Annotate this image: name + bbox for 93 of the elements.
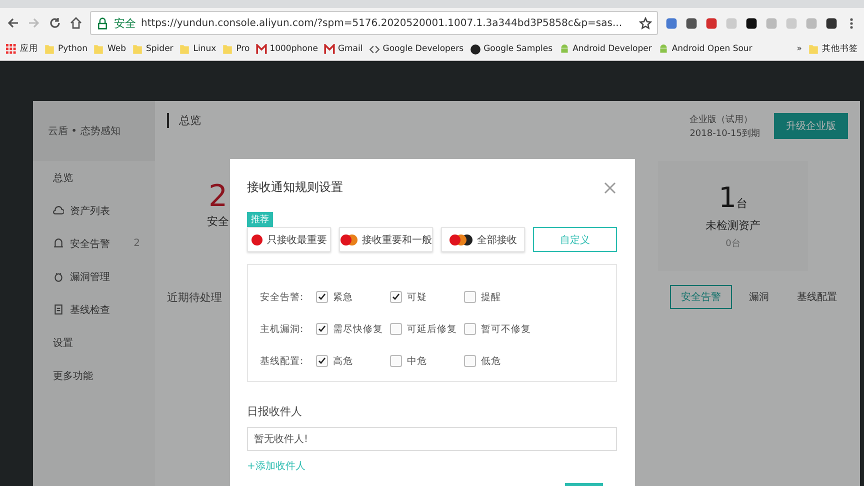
stat-label: 未检测资产 xyxy=(706,218,760,233)
bookmark-link[interactable]: 其他书签 xyxy=(822,43,858,55)
bell-icon xyxy=(53,238,64,249)
code-brackets-icon xyxy=(368,44,380,54)
severity-dots-icon xyxy=(449,234,473,246)
more-bookmarks-button[interactable]: » xyxy=(796,44,802,54)
bookmark-link[interactable]: Google Samples xyxy=(484,44,553,54)
folder-icon xyxy=(44,44,55,54)
expiry-date: 2018-10-15到期 xyxy=(690,128,760,141)
recipients-field[interactable]: 暂无收件人! xyxy=(247,427,617,451)
bookmark-link[interactable]: Google Developers xyxy=(382,44,464,54)
dialog-title: 接收通知规则设置 xyxy=(247,179,343,196)
checkbox[interactable] xyxy=(464,323,476,335)
document-icon xyxy=(53,304,64,315)
reload-icon[interactable] xyxy=(48,16,62,30)
secure-label: 安全 xyxy=(114,16,136,30)
lock-icon xyxy=(96,16,109,30)
bookmark-link[interactable]: Android Open Sour xyxy=(672,44,752,54)
sidebar-item[interactable]: 安全告警 xyxy=(70,236,110,250)
checkbox[interactable] xyxy=(390,355,402,367)
checkbox-label: 高危 xyxy=(333,354,353,368)
sidebar-item[interactable]: 资产列表 xyxy=(70,204,110,218)
extension-icon[interactable] xyxy=(745,16,758,30)
stat-value: 1 台 xyxy=(718,181,748,214)
filter-tab[interactable]: 漏洞 xyxy=(738,285,780,309)
extension-icon[interactable] xyxy=(825,16,838,30)
checkbox-label: 可疑 xyxy=(407,290,427,304)
checkbox[interactable] xyxy=(316,323,328,335)
robot-icon xyxy=(558,44,570,54)
rule-label: 安全告警: xyxy=(260,290,304,304)
folder-icon xyxy=(222,44,234,54)
sidebar-item[interactable]: 更多功能 xyxy=(53,368,93,382)
home-icon[interactable] xyxy=(69,16,83,30)
stat-value: 2 xyxy=(208,179,228,214)
address-bar[interactable]: 安全 https://yundun.console.aliyun.com/?spm=5176.2020520001.1007.1.3a344bd3P5858c&p=sas... xyxy=(90,11,658,35)
section-title: 近期待处理 xyxy=(167,290,222,304)
rule-label: 基线配置: xyxy=(260,354,304,368)
checkbox[interactable] xyxy=(464,291,476,303)
bookmark-link[interactable]: Python xyxy=(58,44,88,54)
bookmark-link[interactable]: Linux xyxy=(193,44,216,54)
url-text: https://yundun.console.aliyun.com/?spm=5176.2020520001.1007.1.3a344bd3P5858c&p=sas... xyxy=(141,18,622,28)
checkbox[interactable] xyxy=(316,355,328,367)
folder-icon xyxy=(179,44,190,54)
sidebar-title: 云盾 • 态势感知 xyxy=(48,124,120,138)
checkbox-label: 暂可不修复 xyxy=(481,322,531,336)
rule-label: 主机漏洞: xyxy=(260,322,304,336)
recommended-tag: 推荐 xyxy=(247,212,273,227)
apps-grid-icon xyxy=(6,44,17,54)
extension-icon[interactable] xyxy=(685,16,698,30)
bookmark-link[interactable]: Web xyxy=(107,44,126,54)
sidebar-item[interactable]: 总览 xyxy=(53,170,73,184)
bookmark-link[interactable]: Gmail xyxy=(338,44,363,54)
filter-tab[interactable]: 基线配置 xyxy=(786,285,848,309)
checkbox[interactable] xyxy=(464,355,476,367)
folder-icon xyxy=(808,44,819,54)
checkbox-label: 低危 xyxy=(481,354,501,368)
recipients-label: 日报收件人 xyxy=(247,404,303,419)
severity-dots-icon xyxy=(340,234,358,246)
sidebar-item[interactable]: 设置 xyxy=(53,336,73,350)
preset-option[interactable]: 全部接收 xyxy=(441,227,525,252)
cloud-icon xyxy=(53,205,64,216)
severity-dots-icon xyxy=(251,234,263,246)
m-logo-icon xyxy=(256,44,267,54)
sidebar-item[interactable]: 漏洞管理 xyxy=(70,270,110,284)
robot-icon xyxy=(658,44,669,54)
bookmark-link[interactable]: 1000phone xyxy=(270,44,318,54)
close-icon[interactable] xyxy=(603,180,617,194)
bookmark-link[interactable]: 应用 xyxy=(20,43,38,55)
checkbox-label: 紧急 xyxy=(333,290,353,304)
folder-icon xyxy=(93,44,104,54)
preset-option[interactable]: 接收重要和一般 xyxy=(339,227,433,252)
folder-icon xyxy=(132,44,144,54)
bug-icon xyxy=(53,271,64,282)
bookmark-link[interactable]: Android Developer xyxy=(572,44,652,54)
preset-option[interactable]: 只接收最重要 xyxy=(247,227,331,252)
bookmark-link[interactable]: Pro xyxy=(236,44,250,54)
checkbox[interactable] xyxy=(390,323,402,335)
stat-label: 安全 xyxy=(207,214,229,229)
edition-label: 企业版（试用） xyxy=(690,114,754,127)
back-icon[interactable] xyxy=(6,16,20,30)
alert-count: 2 xyxy=(134,238,140,249)
checkbox[interactable] xyxy=(316,291,328,303)
sidebar-item[interactable]: 基线检查 xyxy=(70,302,110,316)
checkbox-label: 提醒 xyxy=(481,290,501,304)
checkbox[interactable] xyxy=(390,291,402,303)
bookmark-link[interactable]: Spider xyxy=(146,44,174,54)
stat-sub-value: 0台 xyxy=(726,238,740,250)
checkbox-label: 中危 xyxy=(407,354,427,368)
page-title: 总览 xyxy=(167,113,201,128)
star-icon[interactable] xyxy=(639,16,652,30)
checkbox-label: 可延后修复 xyxy=(407,322,457,336)
m-logo-icon xyxy=(324,44,335,54)
checkbox-label: 需尽快修复 xyxy=(333,322,383,336)
